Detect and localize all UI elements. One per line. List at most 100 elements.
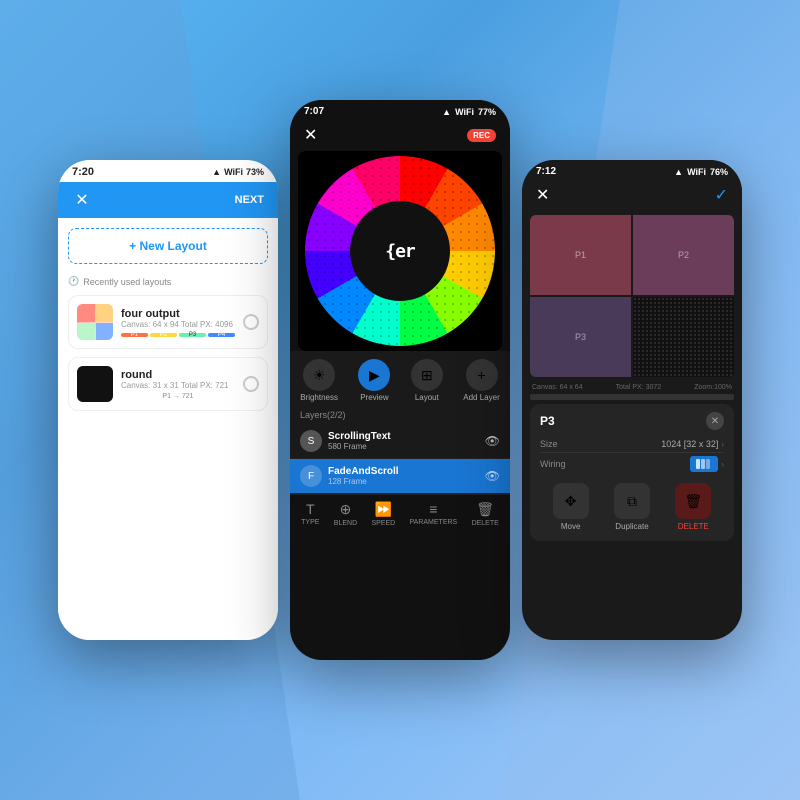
toolbar-add-layer[interactable]: + Add Layer — [463, 359, 499, 402]
size-label: Size — [540, 439, 558, 449]
left-close-button[interactable]: ✕ — [72, 190, 92, 210]
brightness-label: Brightness — [300, 393, 338, 402]
duplicate-label: Duplicate — [615, 522, 648, 531]
left-status-icons: ▲ WiFi 73% — [212, 167, 264, 177]
layout-radio-four[interactable] — [243, 314, 259, 330]
toolbar-brightness[interactable]: ☀ Brightness — [300, 359, 338, 402]
led-inner: {er — [350, 201, 450, 301]
right-close-button[interactable]: ✕ — [536, 185, 549, 205]
wiring-label: Wiring — [540, 459, 566, 469]
mid-battery: 77% — [478, 107, 496, 117]
layer-eye-scrolling[interactable]: 👁 — [485, 434, 500, 448]
layer-eye-fade[interactable]: 👁 — [485, 469, 500, 483]
p3-panel: P3 ✕ Size 1024 [32 x 32] › Wiring — [530, 404, 734, 541]
nav-parameters[interactable]: ≡ PARAMETERS — [410, 501, 458, 527]
right-check-button[interactable]: ✓ — [715, 185, 728, 205]
move-icon: ✥ — [553, 483, 589, 519]
move-label: Move — [561, 522, 581, 531]
canvas-grid: P1 P2 P3 — [530, 215, 734, 377]
nav-speed[interactable]: ⏩ SPEED — [371, 501, 395, 527]
layer-name-scrolling: ScrollingText — [328, 431, 479, 442]
right-signal-icon: ▲ — [674, 167, 683, 177]
mid-close-button[interactable]: ✕ — [304, 125, 317, 145]
left-status-bar: 7:20 ▲ WiFi 73% — [58, 160, 278, 182]
thumb-round — [77, 366, 113, 402]
toolbar-preview[interactable]: ▶ Preview — [358, 359, 390, 402]
phone-mid: 7:07 ▲ WiFi 77% ✕ REC {er ☀ Brightness — [290, 100, 510, 660]
cell-p2-label: P2 — [678, 250, 689, 260]
canvas-scrollbar[interactable] — [530, 394, 734, 400]
wiring-value[interactable]: › — [690, 456, 724, 472]
layer-frames-fade: 128 Frame — [328, 477, 479, 486]
mid-status-icons: ▲ WiFi 77% — [442, 107, 496, 117]
wiring-chevron-icon: › — [721, 460, 724, 469]
color-bars: P1 P2 P3 P4 — [121, 333, 235, 337]
zoom-level: Zoom:100% — [694, 384, 732, 391]
left-time: 7:20 — [72, 166, 94, 178]
nav-delete[interactable]: 🗑 DELETE — [472, 501, 499, 527]
layer-fade-scroll[interactable]: F FadeAndScroll 128 Frame 👁 — [290, 459, 510, 494]
right-battery: 76% — [710, 167, 728, 177]
phones-container: 7:20 ▲ WiFi 73% ✕ NEXT + New Layout 🕐 Re… — [58, 140, 742, 660]
recent-label: 🕐 Recently used layouts — [68, 276, 268, 287]
cell-p1-label: P1 — [575, 250, 586, 260]
layout-label: Layout — [415, 393, 439, 402]
layer-icon-scrolling: S — [300, 430, 322, 452]
right-wifi-icon: WiFi — [687, 167, 706, 177]
layout-radio-round[interactable] — [243, 376, 259, 392]
delete-icon: 🗑 — [675, 483, 711, 519]
layer-icon-fade: F — [300, 465, 322, 487]
layer-info-fade: FadeAndScroll 128 Frame — [328, 466, 479, 486]
new-layout-button[interactable]: + New Layout — [68, 228, 268, 264]
layout-item-round[interactable]: round Canvas: 31 x 31 Total PX: 721 P1 →… — [68, 357, 268, 411]
nav-blend[interactable]: ⊕ BLEND — [334, 501, 357, 527]
mid-status-bar: 7:07 ▲ WiFi 77% — [290, 100, 510, 121]
parameters-icon: ≡ — [429, 501, 437, 517]
delete-label-nav: DELETE — [472, 520, 499, 527]
led-circle: {er — [305, 156, 495, 346]
mid-time: 7:07 — [304, 106, 324, 117]
color-bar-p1: P1 — [121, 333, 148, 337]
next-button[interactable]: NEXT — [235, 194, 264, 206]
type-icon: T — [306, 501, 315, 517]
color-bar-p4: P4 — [208, 333, 235, 337]
delete-button[interactable]: 🗑 DELETE — [675, 483, 711, 531]
left-top-bar: ✕ NEXT — [58, 182, 278, 218]
layout-name-four: four output — [121, 308, 235, 320]
layer-info-scrolling: ScrollingText 580 Frame — [328, 431, 479, 451]
layers-header: Layers(2/2) — [290, 406, 510, 424]
type-label: TYPE — [301, 519, 319, 526]
canvas-cell-p2: P2 — [633, 215, 734, 295]
layout-icon: ⊞ — [411, 359, 443, 391]
brightness-icon: ☀ — [303, 359, 335, 391]
wiring-icon — [690, 456, 718, 472]
move-button[interactable]: ✥ Move — [553, 483, 589, 531]
panel-title: P3 — [540, 414, 555, 428]
size-row: Size 1024 [32 x 32] › — [540, 436, 724, 453]
layer-scrolling-text[interactable]: S ScrollingText 580 Frame 👁 — [290, 424, 510, 459]
nav-type[interactable]: T TYPE — [301, 501, 319, 527]
wifi-icon: WiFi — [224, 167, 243, 177]
battery-text: 73% — [246, 167, 264, 177]
delete-icon-nav: 🗑 — [476, 501, 494, 518]
duplicate-icon: ⧉ — [614, 483, 650, 519]
led-display: {er — [298, 151, 502, 351]
layer-frames-scrolling: 580 Frame — [328, 442, 479, 451]
layer-name-fade: FadeAndScroll — [328, 466, 479, 477]
toolbar-layout[interactable]: ⊞ Layout — [411, 359, 443, 402]
size-value[interactable]: 1024 [32 x 32] › — [661, 439, 724, 449]
parameters-label: PARAMETERS — [410, 519, 458, 526]
right-time: 7:12 — [536, 166, 556, 177]
layout-item-four-output[interactable]: four output Canvas: 64 x 94 Total PX: 40… — [68, 295, 268, 349]
led-text: {er — [385, 241, 415, 262]
rec-badge: REC — [467, 129, 496, 142]
right-status-bar: 7:12 ▲ WiFi 76% — [522, 160, 742, 181]
preview-label: Preview — [360, 393, 388, 402]
duplicate-button[interactable]: ⧉ Duplicate — [614, 483, 650, 531]
panel-close-button[interactable]: ✕ — [706, 412, 724, 430]
right-top-bar: ✕ ✓ — [522, 181, 742, 211]
layout-name-round: round — [121, 369, 235, 381]
thumb-four-output — [77, 304, 113, 340]
canvas-info: Canvas: 64 x 64 — [532, 384, 583, 391]
blend-icon: ⊕ — [340, 501, 352, 518]
